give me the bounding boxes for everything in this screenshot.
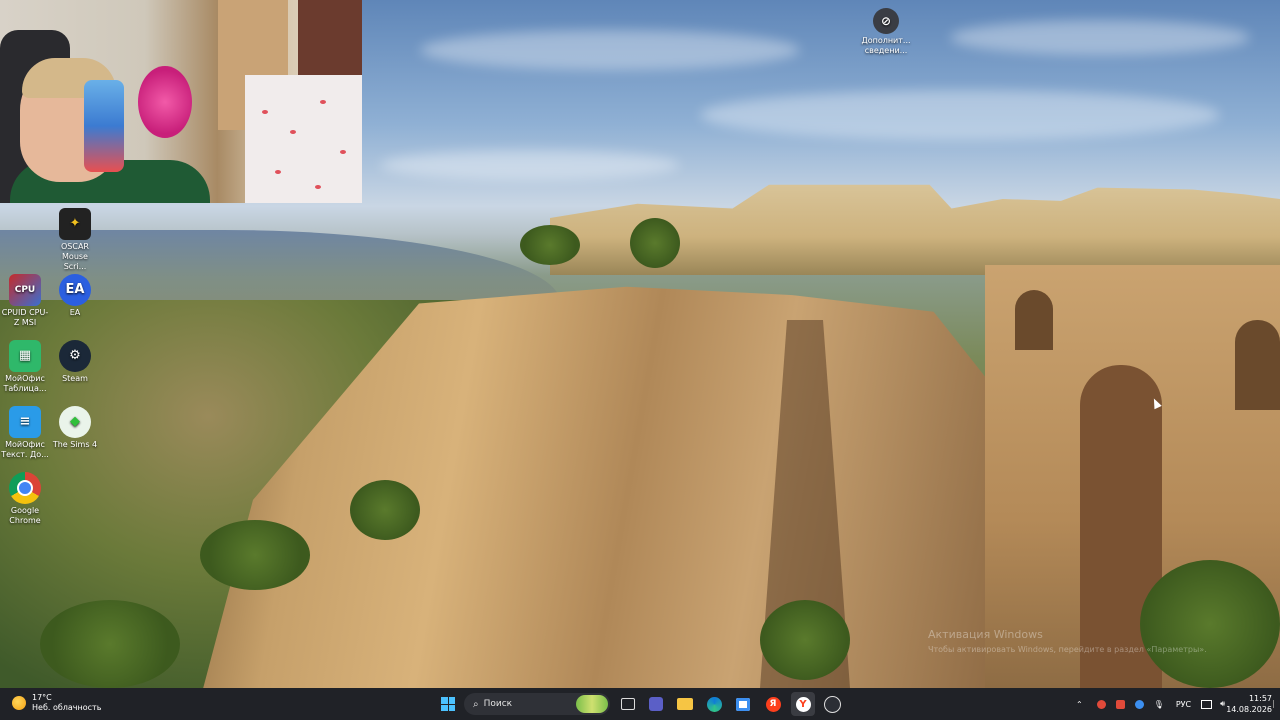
desktop-icon-info[interactable]: ⊘ Дополнит... сведени... <box>861 8 911 56</box>
store-icon <box>736 697 750 711</box>
desktop-icon-myoffice-text[interactable]: ≡ МойОфис Текст. До... <box>0 406 50 460</box>
weather-temp: 17°C <box>32 693 52 702</box>
chevron-up-icon[interactable]: ⌃ <box>1076 700 1083 709</box>
display-icon[interactable] <box>1201 699 1213 709</box>
desktop-icon-steam[interactable]: ⚙ Steam <box>50 340 100 384</box>
desktop-icon-cpuz[interactable]: CPU CPUID CPU-Z MSI <box>0 274 50 328</box>
notification-icon[interactable] <box>1273 700 1279 708</box>
tray-app-icon-2[interactable] <box>1115 699 1125 709</box>
desktop-icon-oscar[interactable]: ✦ OSCAR Mouse Scri... <box>50 208 100 272</box>
clock-date: 14.08.2026 <box>1226 705 1272 714</box>
search-placeholder: Поиск <box>483 699 513 709</box>
ea-icon: EA <box>59 274 91 306</box>
teams-button[interactable] <box>645 692 667 716</box>
webcam-overlay <box>0 0 362 203</box>
clock-time: 11:57 <box>1248 694 1272 703</box>
desktop-icon-ea[interactable]: EA EA <box>50 274 100 318</box>
sun-icon <box>12 696 26 710</box>
yandex-browser-button[interactable]: Y <box>791 692 815 716</box>
steam-icon: ⚙ <box>59 340 91 372</box>
sims4-icon: ◆ <box>59 406 91 438</box>
weather-widget[interactable]: 17°C Неб. облачность <box>12 693 101 713</box>
desktop-icon-myoffice-table[interactable]: ▦ МойОфис Таблица... <box>0 340 50 394</box>
tray-app-icon-3[interactable] <box>1134 699 1144 709</box>
desktop-icon-chrome[interactable]: Google Chrome <box>0 472 50 526</box>
desktop-icon-sims4[interactable]: ◆ The Sims 4 <box>50 406 100 450</box>
taskbar: 17°C Неб. облачность ⌕ Поиск Я Y ⌃ 🎙︎ РУ… <box>0 688 1280 720</box>
microphone-icon[interactable]: 🎙︎ <box>1154 700 1164 709</box>
oscar-icon: ✦ <box>59 208 91 240</box>
myoffice-table-icon: ▦ <box>9 340 41 372</box>
steam-taskbar-button[interactable] <box>821 692 843 716</box>
start-button[interactable] <box>436 692 460 716</box>
file-explorer-button[interactable] <box>674 692 696 716</box>
yandex-icon: Я <box>765 696 781 712</box>
file-explorer-icon <box>677 698 693 710</box>
weather-condition: Неб. облачность <box>32 703 102 712</box>
edge-icon <box>706 696 722 712</box>
windows-activation-watermark: Активация Windows Чтобы активировать Win… <box>928 628 1207 654</box>
edge-button[interactable] <box>703 692 725 716</box>
task-view-button[interactable] <box>617 692 639 716</box>
taskbar-clock[interactable]: 11:57 14.08.2026 <box>1224 693 1272 715</box>
language-indicator[interactable]: РУС <box>1176 700 1191 709</box>
taskbar-search[interactable]: ⌕ Поиск <box>464 693 610 715</box>
chrome-icon <box>9 472 41 504</box>
store-button[interactable] <box>732 692 754 716</box>
myoffice-text-icon: ≡ <box>9 406 41 438</box>
search-icon: ⌕ <box>473 698 479 710</box>
yandex-browser-icon: Y <box>795 696 811 712</box>
teams-icon <box>649 697 663 711</box>
search-highlight-image <box>576 695 608 713</box>
yandex-button[interactable]: Я <box>762 692 784 716</box>
task-view-icon <box>621 698 635 710</box>
steam-taskbar-icon <box>823 695 841 713</box>
tray-app-icon-1[interactable] <box>1096 699 1106 709</box>
system-tray: ⌃ 🎙︎ РУС 🔊︎ <box>1076 688 1231 720</box>
cpuz-icon: CPU <box>9 274 41 306</box>
windows-start-icon <box>441 697 455 711</box>
info-icon: ⊘ <box>873 8 899 34</box>
